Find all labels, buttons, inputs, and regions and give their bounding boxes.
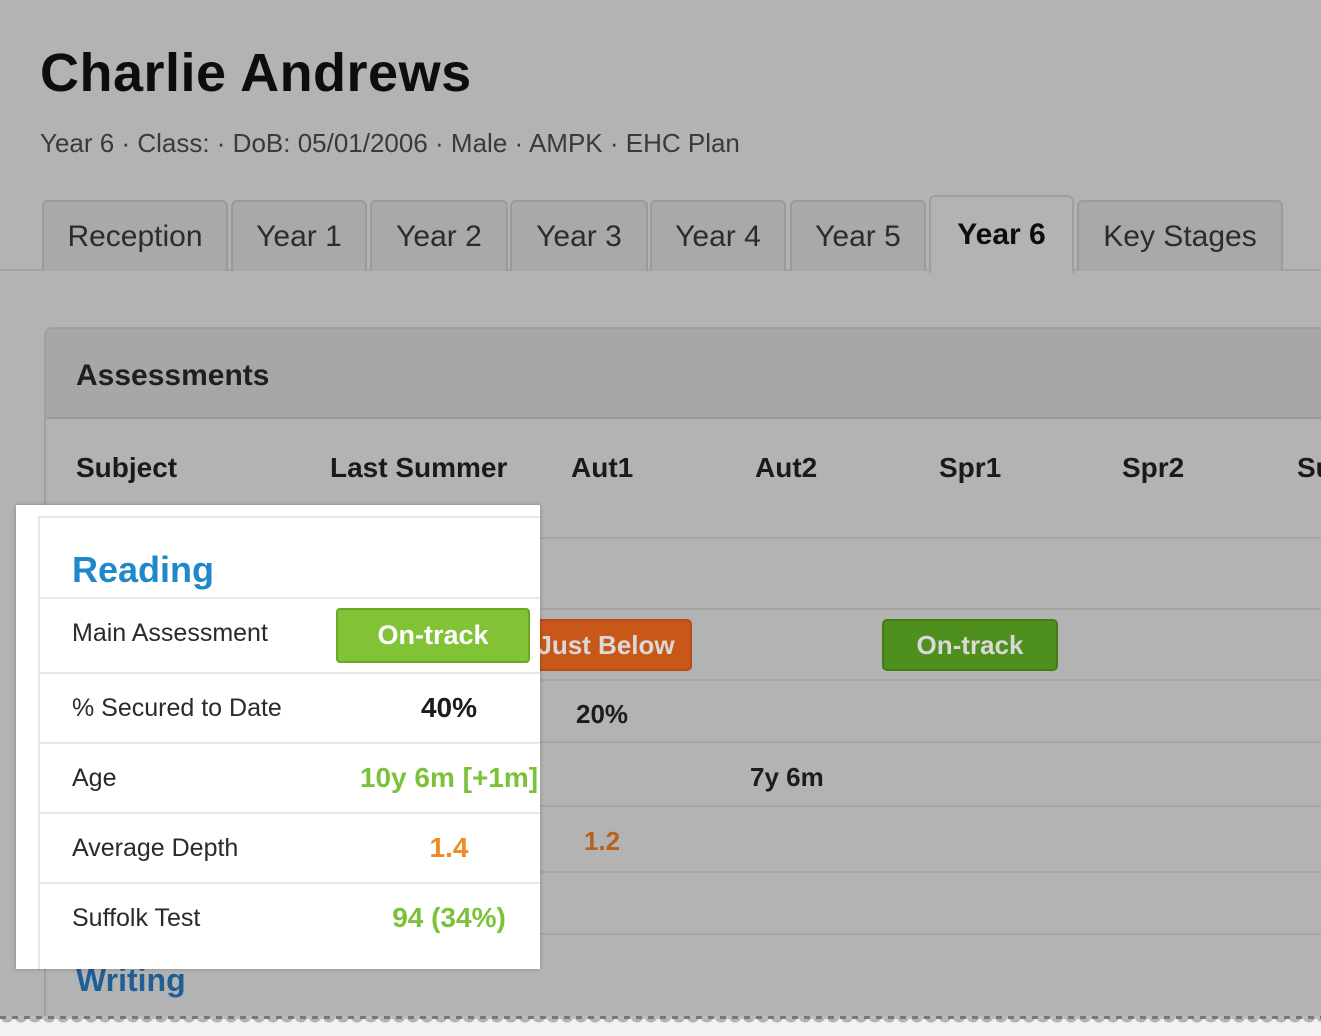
- tab-year-1[interactable]: Year 1: [231, 200, 367, 271]
- tab-key-stages[interactable]: Key Stages: [1077, 200, 1283, 271]
- assessments-title: Assessments: [76, 359, 270, 392]
- torn-edge-decoration: [0, 1016, 1321, 1036]
- column-header-aut2: Aut2: [755, 452, 818, 483]
- row-average-depth: Average Depth 1.4: [39, 812, 540, 882]
- age-label: Age: [72, 763, 117, 792]
- column-header-subject: Subject: [76, 452, 178, 483]
- column-header-su: Su: [1297, 452, 1321, 483]
- suffolk-test-value: 94 (34%): [392, 902, 506, 933]
- aut2-age-value: 7y 6m: [750, 762, 824, 792]
- column-header-spr2: Spr2: [1122, 452, 1185, 483]
- tab-year-3[interactable]: Year 3: [510, 200, 648, 271]
- card-top-border: [39, 516, 540, 518]
- average-depth-value: 1.4: [429, 832, 469, 863]
- aut1-depth-value: 1.2: [584, 826, 621, 856]
- column-header-spr1: Spr1: [939, 452, 1002, 483]
- reading-highlight-card: Reading Main Assessment % Secured to Dat…: [16, 505, 540, 969]
- main-assessment-label: Main Assessment: [72, 618, 268, 647]
- tab-year-6[interactable]: Year 6: [929, 195, 1074, 273]
- assessments-panel-header: Assessments: [46, 329, 1321, 419]
- column-header-aut1: Aut1: [571, 452, 634, 483]
- column-header-last-summer: Last Summer: [330, 452, 508, 483]
- student-name: Charlie Andrews: [40, 43, 472, 103]
- tab-reception[interactable]: Reception: [42, 200, 228, 271]
- tab-year-5[interactable]: Year 5: [790, 200, 926, 271]
- row-age: Age 10y 6m [+1m]: [39, 742, 540, 812]
- subject-reading-link[interactable]: Reading: [72, 549, 214, 591]
- tab-year-2[interactable]: Year 2: [370, 200, 508, 271]
- average-depth-label: Average Depth: [72, 833, 239, 862]
- student-meta: Year 6 · Class: · DoB: 05/01/2006 · Male…: [40, 128, 740, 158]
- aut1-just-below-badge: Just Below: [520, 619, 692, 671]
- row-secured-to-date: % Secured to Date 40%: [39, 672, 540, 742]
- row-suffolk-test: Suffolk Test 94 (34%): [39, 882, 540, 952]
- suffolk-test-label: Suffolk Test: [72, 903, 201, 932]
- secured-to-date-value: 40%: [420, 692, 478, 723]
- tab-year-4[interactable]: Year 4: [650, 200, 786, 271]
- age-value: 10y 6m [+1m]: [359, 762, 539, 793]
- aut1-secured-value: 20%: [576, 699, 629, 729]
- spr1-on-track-badge: On-track: [882, 619, 1058, 671]
- main-assessment-on-track-badge[interactable]: On-track: [336, 608, 530, 663]
- secured-to-date-label: % Secured to Date: [72, 693, 282, 722]
